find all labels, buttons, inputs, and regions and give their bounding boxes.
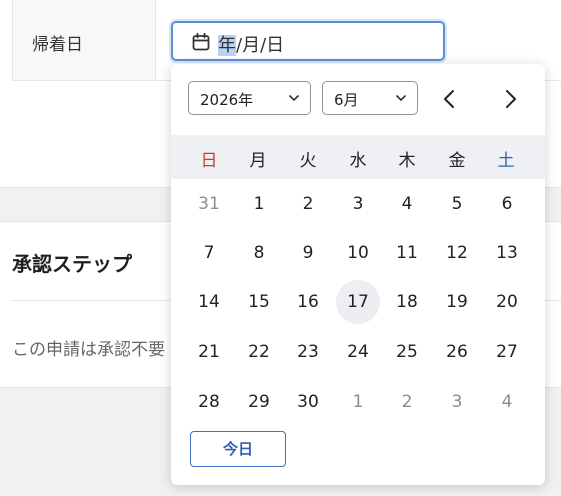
day-cell[interactable]: 14 xyxy=(187,280,231,324)
day-cell-next-month[interactable]: 4 xyxy=(485,380,529,424)
day-cell[interactable]: 9 xyxy=(286,231,330,275)
return-date-input[interactable]: 年/月/日 xyxy=(171,21,445,61)
day-cell[interactable]: 21 xyxy=(187,330,231,374)
day-cell[interactable]: 3 xyxy=(336,182,380,226)
chevron-left-icon xyxy=(444,90,454,108)
date-month-segment[interactable]: 月 xyxy=(242,35,260,56)
prev-month-button[interactable] xyxy=(437,86,463,112)
day-cell[interactable]: 12 xyxy=(435,231,479,275)
date-picker-popup: 2026年 6月 日 月 火 水 木 金 土 31 1 2 3 4 5 6 7 … xyxy=(171,64,545,485)
day-cell[interactable]: 24 xyxy=(336,330,380,374)
day-cell[interactable]: 13 xyxy=(485,231,529,275)
weekday-sat: 土 xyxy=(497,151,515,171)
date-day-segment[interactable]: 日 xyxy=(266,35,284,56)
day-cell[interactable]: 23 xyxy=(286,330,330,374)
date-input-text: 年/月/日 xyxy=(218,31,284,57)
year-select[interactable]: 2026年 xyxy=(188,81,311,115)
form-label-cell: 帰着日 xyxy=(13,0,156,80)
day-cell[interactable]: 22 xyxy=(237,330,281,374)
return-date-label: 帰着日 xyxy=(32,35,83,55)
month-select-value: 6月 xyxy=(334,91,359,109)
day-cell[interactable]: 4 xyxy=(385,182,429,226)
day-cell[interactable]: 7 xyxy=(187,231,231,275)
weekday-fri: 金 xyxy=(448,151,466,171)
weekday-header: 日 月 火 水 木 金 土 xyxy=(171,135,545,179)
chevron-right-icon xyxy=(506,90,516,108)
day-cell[interactable]: 10 xyxy=(336,231,380,275)
year-select-value: 2026年 xyxy=(200,91,254,109)
day-cell[interactable]: 19 xyxy=(435,280,479,324)
date-year-segment[interactable]: 年 xyxy=(218,35,236,56)
day-cell[interactable]: 11 xyxy=(385,231,429,275)
today-button[interactable]: 今日 xyxy=(190,431,286,467)
day-cell[interactable]: 26 xyxy=(435,330,479,374)
day-cell[interactable]: 18 xyxy=(385,280,429,324)
day-cell[interactable]: 30 xyxy=(286,380,330,424)
day-cell[interactable]: 28 xyxy=(187,380,231,424)
calendar-icon[interactable] xyxy=(191,32,211,52)
weekday-sun: 日 xyxy=(200,151,218,171)
day-cell[interactable]: 27 xyxy=(485,330,529,374)
weekday-thu: 木 xyxy=(398,151,416,171)
day-cell[interactable]: 5 xyxy=(435,182,479,226)
next-month-button[interactable] xyxy=(497,86,523,112)
day-cell[interactable]: 6 xyxy=(485,182,529,226)
day-cell-prev-month[interactable]: 31 xyxy=(187,182,231,226)
approval-note: この申請は承認不要 xyxy=(12,340,165,360)
day-cell[interactable]: 29 xyxy=(237,380,281,424)
day-cell[interactable]: 1 xyxy=(237,182,281,226)
chevron-down-icon xyxy=(288,94,300,102)
chevron-down-icon xyxy=(395,94,407,102)
day-cell-next-month[interactable]: 2 xyxy=(385,380,429,424)
day-cell-next-month[interactable]: 1 xyxy=(336,380,380,424)
day-cell[interactable]: 20 xyxy=(485,280,529,324)
day-cell[interactable]: 16 xyxy=(286,280,330,324)
day-cell[interactable]: 25 xyxy=(385,330,429,374)
weekday-wed: 水 xyxy=(349,151,367,171)
weekday-tue: 火 xyxy=(299,151,317,171)
day-cell-today[interactable]: 17 xyxy=(336,280,380,324)
day-cell-next-month[interactable]: 3 xyxy=(435,380,479,424)
section-title: 承認ステップ xyxy=(12,252,132,276)
day-cell[interactable]: 15 xyxy=(237,280,281,324)
weekday-mon: 月 xyxy=(249,151,267,171)
day-cell[interactable]: 2 xyxy=(286,182,330,226)
day-cell[interactable]: 8 xyxy=(237,231,281,275)
month-select[interactable]: 6月 xyxy=(322,81,418,115)
